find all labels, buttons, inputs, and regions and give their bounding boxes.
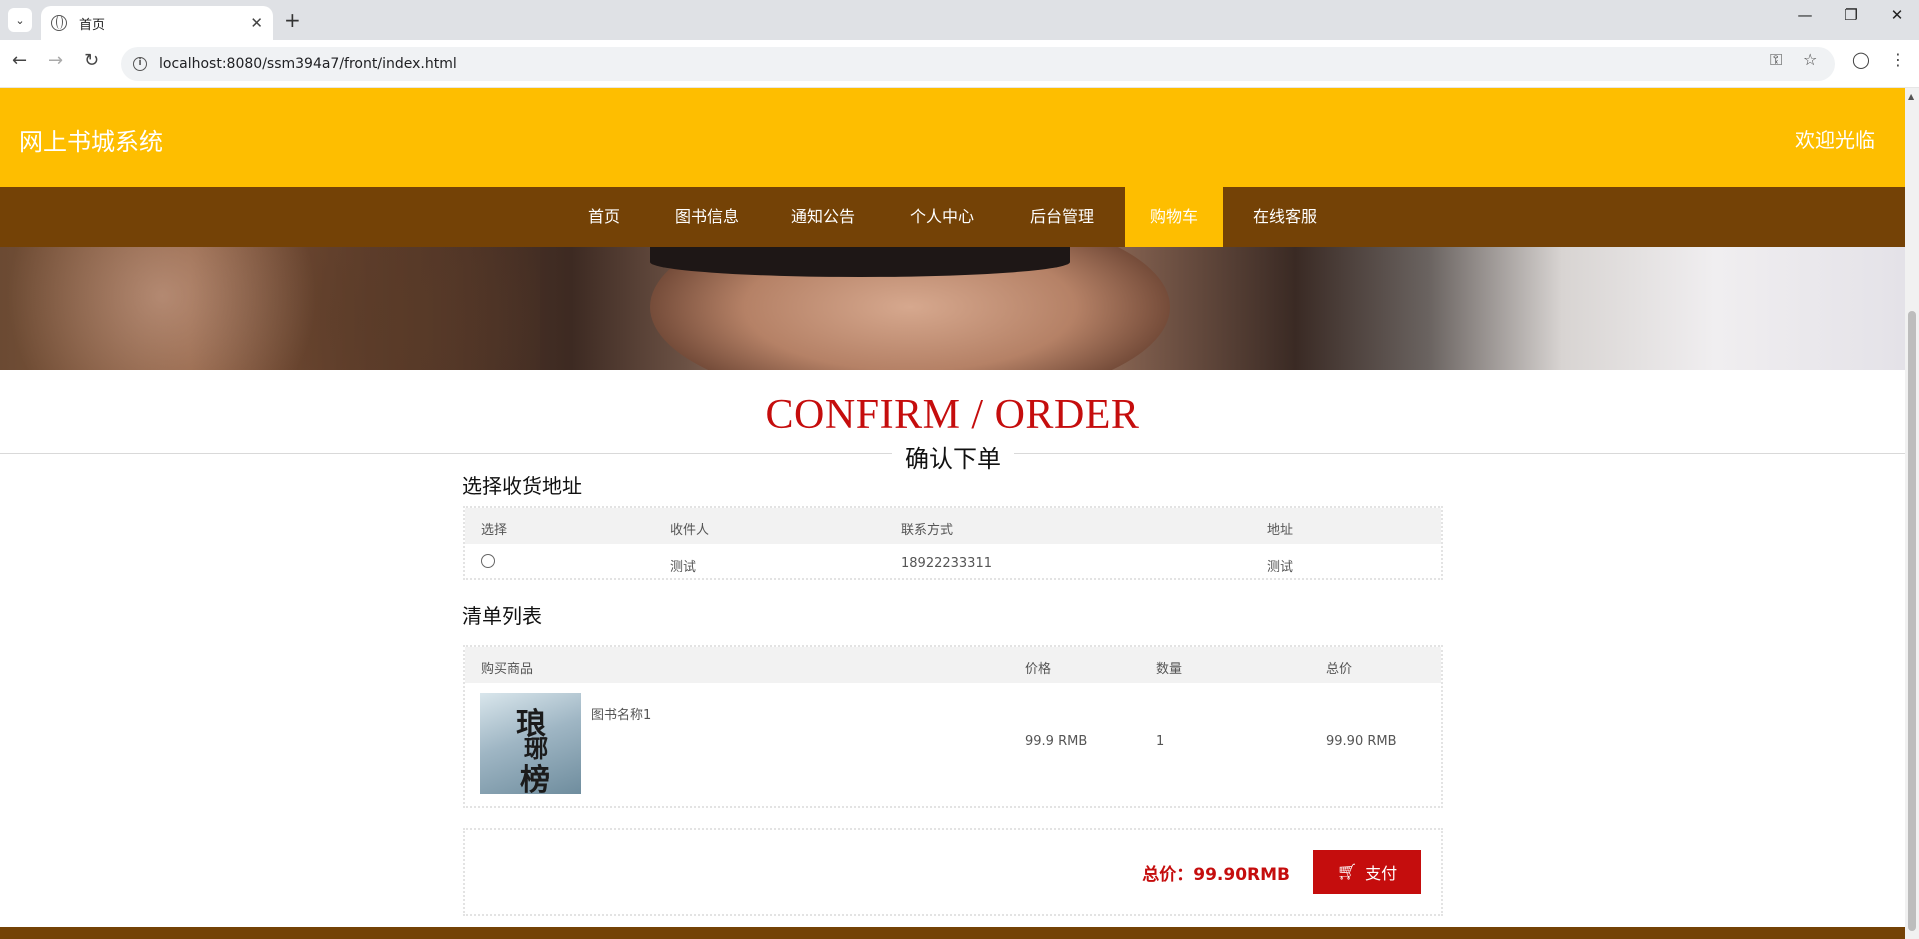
- window-close-button[interactable]: ✕: [1879, 6, 1915, 24]
- browser-tab[interactable]: 首页 ✕: [41, 6, 273, 40]
- address-bar[interactable]: i localhost:8080/ssm394a7/front/index.ht…: [121, 47, 1835, 81]
- page-heading-en: CONFIRM / ORDER: [765, 392, 1140, 438]
- address-radio[interactable]: [481, 554, 495, 568]
- tab-search-button[interactable]: ⌄: [8, 8, 32, 32]
- column-header: 购买商品: [481, 662, 534, 677]
- back-icon[interactable]: ←: [12, 50, 27, 71]
- banner-image: [0, 247, 1905, 370]
- order-table: 购买商品 价格 数量 总价 琅 琊 榜 图书名称1 99.9 RMB 1 99.…: [463, 645, 1443, 808]
- nav-item-home[interactable]: 首页: [566, 187, 642, 247]
- nav-item-profile[interactable]: 个人中心: [896, 187, 988, 247]
- column-header: 地址: [1267, 523, 1294, 538]
- page-heading-cn: 确认下单: [892, 439, 1014, 474]
- quantity-cell: 1: [1156, 734, 1165, 749]
- menu-icon[interactable]: ⋮: [1890, 50, 1906, 69]
- forward-icon[interactable]: →: [48, 50, 63, 71]
- site-header: 网上书城系统 欢迎光临: [0, 88, 1905, 187]
- address-table-header: 选择 收件人 联系方式 地址: [465, 508, 1441, 544]
- address-table: 选择 收件人 联系方式 地址 测试 18922233311 测试: [463, 506, 1443, 580]
- column-header: 选择: [481, 523, 508, 538]
- pay-button[interactable]: 🛒︎ 支付: [1313, 850, 1421, 894]
- close-icon[interactable]: ✕: [250, 14, 263, 32]
- order-table-header: 购买商品 价格 数量 总价: [465, 647, 1441, 683]
- price-cell: 99.9 RMB: [1025, 734, 1088, 749]
- nav-item-admin[interactable]: 后台管理: [1016, 187, 1108, 247]
- site-footer: [0, 927, 1905, 939]
- chevron-down-icon: ⌄: [15, 13, 25, 27]
- column-header: 总价: [1326, 662, 1353, 677]
- nav-item-support[interactable]: 在线客服: [1239, 187, 1331, 247]
- table-row[interactable]: 测试 18922233311 测试: [465, 544, 1441, 580]
- welcome-text: 欢迎光临: [1795, 128, 1875, 152]
- cart-icon: 🛒︎: [1336, 864, 1358, 881]
- tab-title: 首页: [79, 17, 106, 33]
- page-scrollbar[interactable]: ▲: [1905, 88, 1919, 939]
- browser-toolbar: ← → ↻ i localhost:8080/ssm394a7/front/in…: [0, 40, 1919, 88]
- globe-icon: [51, 15, 67, 31]
- nav-item-books[interactable]: 图书信息: [661, 187, 753, 247]
- browser-tab-bar: ⌄ 首页 ✕ + — ❐ ✕: [0, 0, 1919, 40]
- nav-item-notices[interactable]: 通知公告: [777, 187, 869, 247]
- key-icon[interactable]: ⚿: [1770, 50, 1782, 70]
- minimize-button[interactable]: —: [1787, 6, 1823, 24]
- table-row: 琅 琊 榜 图书名称1 99.9 RMB 1 99.90 RMB: [465, 683, 1441, 806]
- total-cell: 99.90 RMB: [1326, 734, 1397, 749]
- restore-button[interactable]: ❐: [1833, 6, 1869, 24]
- new-tab-button[interactable]: +: [284, 8, 301, 32]
- address-section-title: 选择收货地址: [462, 474, 582, 498]
- book-cover-image[interactable]: 琅 琊 榜: [480, 693, 581, 794]
- address-cell: 测试: [1267, 560, 1294, 575]
- book-name[interactable]: 图书名称1: [591, 704, 651, 723]
- nav-item-cart[interactable]: 购物车: [1125, 187, 1223, 247]
- profile-icon[interactable]: ◯: [1852, 50, 1870, 69]
- site-title: 网上书城系统: [19, 128, 163, 156]
- recipient-cell: 测试: [670, 560, 697, 575]
- column-header: 收件人: [670, 523, 710, 538]
- column-header: 数量: [1156, 662, 1183, 677]
- web-page: 网上书城系统 欢迎光临 首页 图书信息 通知公告 个人中心 后台管理 购物车 在…: [0, 88, 1905, 939]
- phone-cell: 18922233311: [901, 556, 992, 571]
- star-icon[interactable]: ☆: [1803, 50, 1817, 69]
- column-header: 联系方式: [901, 523, 954, 538]
- column-header: 价格: [1025, 662, 1052, 677]
- order-total: 总价：99.90RMB: [1142, 865, 1290, 885]
- scrollbar-thumb[interactable]: [1908, 311, 1916, 931]
- url-text: localhost:8080/ssm394a7/front/index.html: [159, 56, 457, 72]
- order-section-title: 清单列表: [462, 604, 542, 628]
- scroll-up-icon[interactable]: ▲: [1908, 92, 1914, 101]
- checkout-bar: 总价：99.90RMB 🛒︎ 支付: [463, 828, 1443, 916]
- site-info-icon[interactable]: i: [133, 57, 147, 71]
- main-nav: 首页 图书信息 通知公告 个人中心 后台管理 购物车 在线客服: [0, 187, 1905, 247]
- pay-label: 支付: [1365, 866, 1398, 883]
- reload-icon[interactable]: ↻: [84, 50, 99, 71]
